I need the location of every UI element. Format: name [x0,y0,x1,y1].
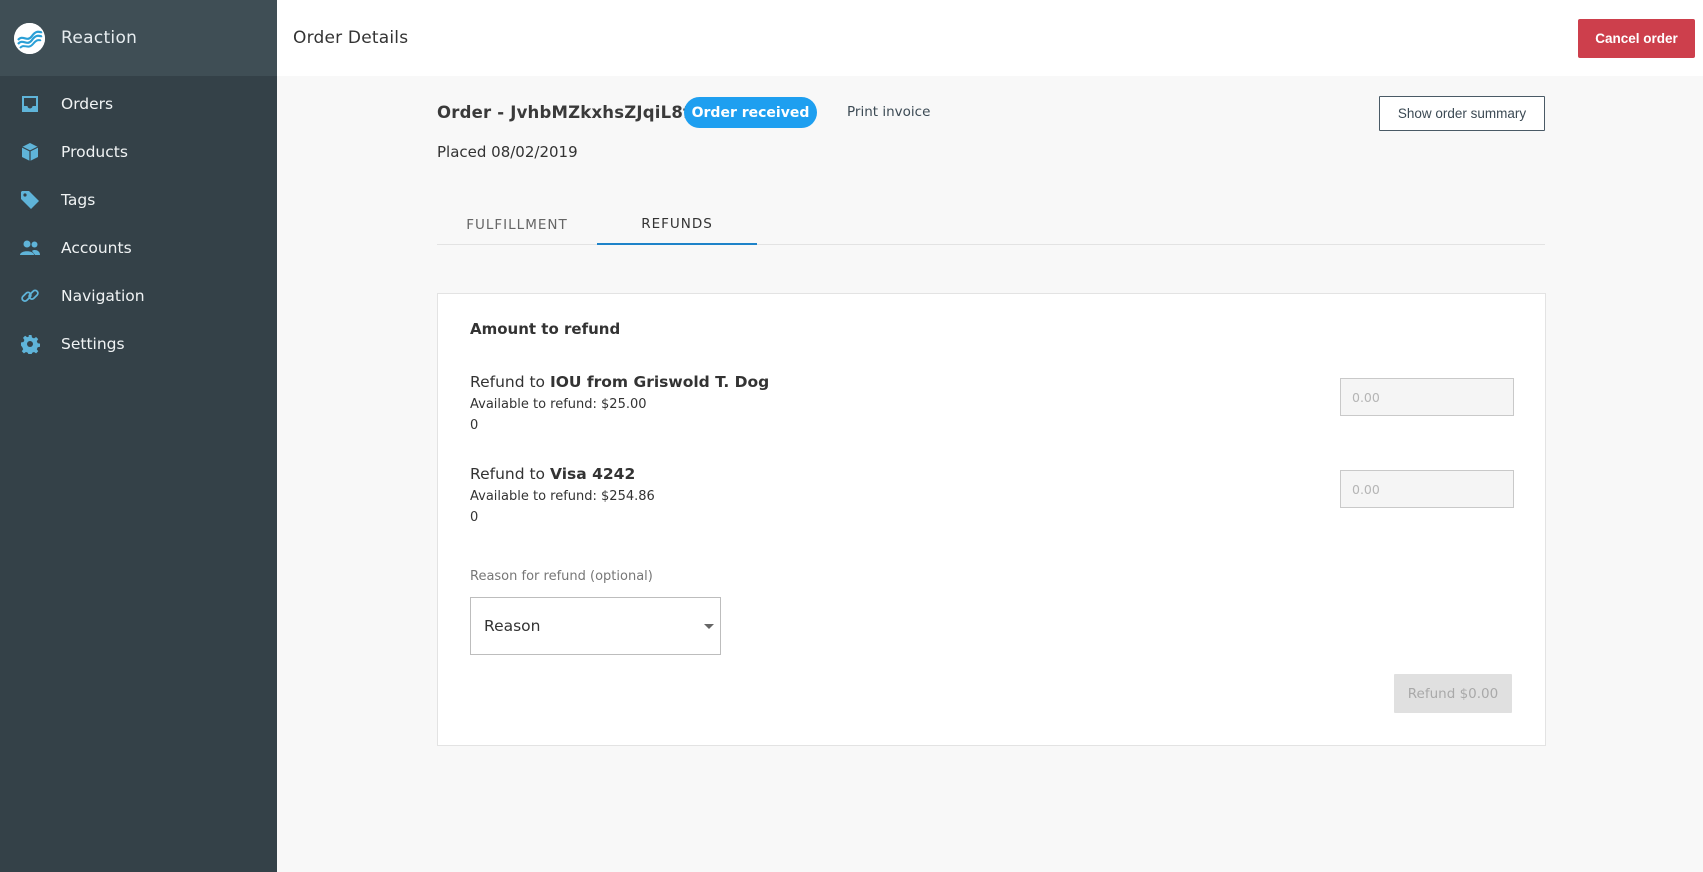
people-icon [18,236,42,260]
link-icon [18,284,42,308]
sidebar-item-accounts[interactable]: Accounts [0,224,277,272]
app-name: Reaction [61,28,138,48]
reason-label: Reason for refund (optional) [470,569,653,584]
status-badge: Order received [684,97,817,128]
refund-method-name: Visa 4242 [549,465,636,483]
refund-method-name: IOU from Griswold T. Dog [549,373,770,391]
order-header: Order - JvhbMZkxhsZJqiL8f Order received… [437,96,1545,131]
sidebar-nav: Orders Products Tags Accounts Navigation [0,80,277,368]
box-icon [18,140,42,164]
inbox-icon [18,92,42,116]
cancel-order-button[interactable]: Cancel order [1578,18,1695,58]
sidebar-item-label: Navigation [61,287,145,305]
refund-card: Amount to refund Refund to IOU from Gris… [437,293,1546,746]
refund-method-row: Refund to Visa 4242 Available to refund:… [470,465,1514,525]
refund-value: 0 [470,418,479,433]
card-title: Amount to refund [470,320,621,338]
caret-down-icon [704,624,714,629]
show-order-summary-button[interactable]: Show order summary [1379,96,1545,131]
sidebar-item-label: Orders [61,95,114,113]
sidebar-header: Reaction [0,0,277,76]
refund-value: 0 [470,510,479,525]
refund-submit-button[interactable]: Refund $0.00 [1394,674,1512,713]
sidebar-item-settings[interactable]: Settings [0,320,277,368]
tab-refunds[interactable]: REFUNDS [597,204,757,245]
refund-method-row: Refund to IOU from Griswold T. Dog Avail… [470,373,1514,433]
sidebar-item-label: Tags [61,191,96,209]
sidebar-item-label: Accounts [61,239,132,257]
top-bar: Order Details Cancel order [277,0,1703,76]
sidebar: Reaction Orders Products Tags Accounts N… [0,0,277,872]
gear-icon [18,332,42,356]
sidebar-item-navigation[interactable]: Navigation [0,272,277,320]
refund-amount-input[interactable] [1340,378,1514,416]
placed-date: Placed 08/02/2019 [437,143,578,161]
order-tabs: FULFILLMENT REFUNDS [437,204,1545,245]
reason-select[interactable]: Reason [470,597,721,655]
order-id: Order - JvhbMZkxhsZJqiL8f [437,103,691,122]
tab-fulfillment[interactable]: FULFILLMENT [437,204,597,245]
sidebar-item-label: Products [61,143,128,161]
reason-select-value: Reason [484,617,541,635]
sidebar-item-products[interactable]: Products [0,128,277,176]
page-title: Order Details [293,28,409,48]
print-invoice-link[interactable]: Print invoice [847,104,930,120]
sidebar-item-tags[interactable]: Tags [0,176,277,224]
tag-icon [18,188,42,212]
refund-amount-input[interactable] [1340,470,1514,508]
sidebar-item-orders[interactable]: Orders [0,80,277,128]
sidebar-item-label: Settings [61,335,125,353]
reaction-logo-icon[interactable] [14,22,45,54]
